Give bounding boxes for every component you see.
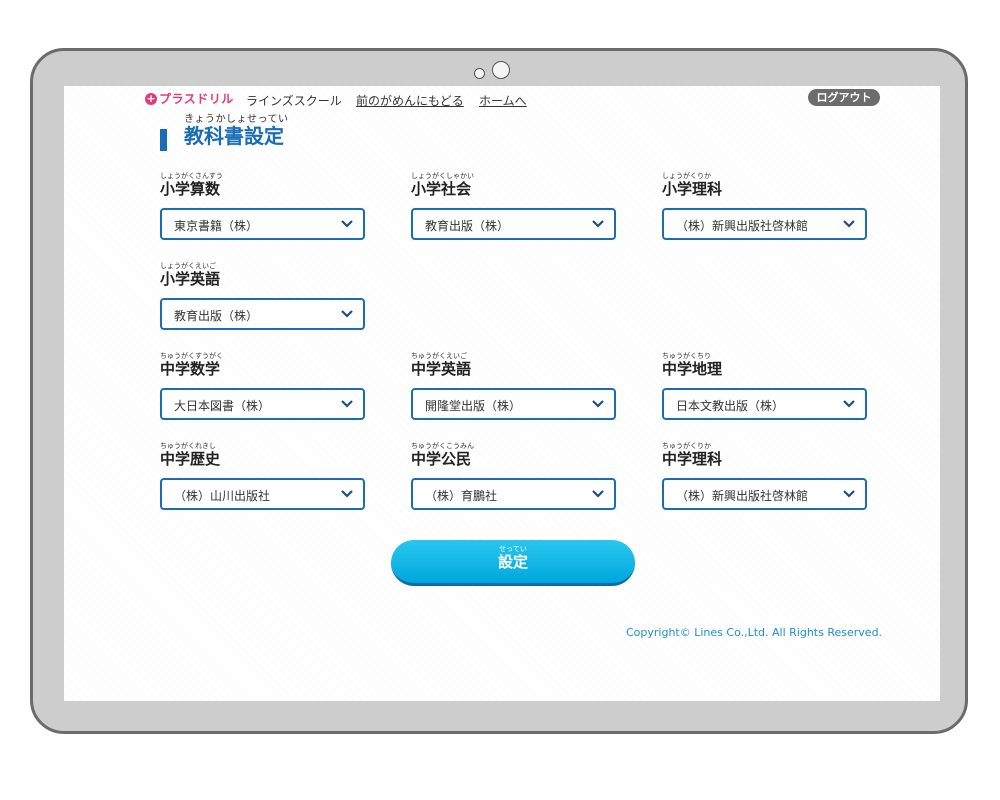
logo[interactable]: + プラスドリル [145, 90, 234, 107]
field-junior-history: ちゅうがくれきし 中学歴史 （株）山川出版社 [160, 442, 365, 510]
field-elementary-science: しょうがくりか 小学理科 （株）新興出版社啓林館 [662, 172, 867, 240]
chevron-down-icon [341, 490, 353, 498]
textbook-select[interactable]: （株）新興出版社啓林館 [662, 208, 867, 240]
title-accent-bar [160, 129, 167, 151]
nav-link-lines-school[interactable]: ラインズスクール [246, 92, 342, 109]
field-label: 中学理科 [662, 450, 723, 468]
nav-link-home[interactable]: ホームへ [479, 92, 527, 109]
select-value: 大日本図書（株） [174, 399, 271, 413]
chevron-down-icon [341, 310, 353, 318]
tablet-camera-icon [492, 61, 510, 79]
select-value: （株）育鵬社 [425, 489, 498, 503]
field-label: 中学歴史 [160, 450, 221, 468]
field-label: 小学理科 [662, 180, 723, 198]
field-elementary-english: しょうがくえいご 小学英語 教育出版（株） [160, 262, 365, 330]
logout-button[interactable]: ログアウト [808, 89, 880, 106]
textbook-select[interactable]: （株）育鵬社 [411, 478, 616, 510]
textbook-select[interactable]: 日本文教出版（株） [662, 388, 867, 420]
select-value: 東京書籍（株） [174, 219, 259, 233]
select-value: 開隆堂出版（株） [425, 399, 522, 413]
textbook-select[interactable]: 教育出版（株） [160, 298, 365, 330]
field-elementary-math: しょうがくさんすう 小学算数 東京書籍（株） [160, 172, 365, 240]
plus-icon: + [145, 91, 157, 105]
textbook-select[interactable]: （株）新興出版社啓林館 [662, 478, 867, 510]
field-junior-math: ちゅうがくすうがく 中学数学 大日本図書（株） [160, 352, 365, 420]
chevron-down-icon [843, 490, 855, 498]
app-screen: + プラスドリル ラインズスクール 前のがめんにもどる ホームへ ログアウト き… [64, 86, 940, 701]
field-label: 小学社会 [411, 180, 472, 198]
chevron-down-icon [341, 400, 353, 408]
field-junior-english: ちゅうがくえいご 中学英語 開隆堂出版（株） [411, 352, 616, 420]
submit-label: 設定 [497, 553, 528, 571]
field-label: 小学英語 [160, 270, 221, 288]
chevron-down-icon [592, 400, 604, 408]
nav-link-back[interactable]: 前のがめんにもどる [356, 92, 464, 109]
field-junior-geography: ちゅうがくちり 中学地理 日本文教出版（株） [662, 352, 867, 420]
textbook-select[interactable]: 東京書籍（株） [160, 208, 365, 240]
select-value: 教育出版（株） [425, 219, 510, 233]
field-junior-science: ちゅうがくりか 中学理科 （株）新興出版社啓林館 [662, 442, 867, 510]
chevron-down-icon [341, 220, 353, 228]
copyright-text: Copyright© Lines Co.,Ltd. All Rights Res… [626, 626, 883, 639]
field-elementary-social: しょうがくしゃかい 小学社会 教育出版（株） [411, 172, 616, 240]
field-label: 中学英語 [411, 360, 472, 378]
select-value: （株）新興出版社啓林館 [676, 219, 809, 233]
select-value: 日本文教出版（株） [676, 399, 785, 413]
textbook-select[interactable]: 開隆堂出版（株） [411, 388, 616, 420]
select-value: （株）山川出版社 [174, 489, 271, 503]
textbook-select[interactable]: 教育出版（株） [411, 208, 616, 240]
textbook-select[interactable]: （株）山川出版社 [160, 478, 365, 510]
textbook-select[interactable]: 大日本図書（株） [160, 388, 365, 420]
select-value: 教育出版（株） [174, 309, 259, 323]
page-title: 教科書設定 [184, 124, 284, 148]
save-settings-button[interactable]: せってい 設定 [391, 540, 635, 586]
field-label: 中学地理 [662, 360, 723, 378]
chevron-down-icon [592, 490, 604, 498]
submit-ruby: せってい [499, 545, 527, 553]
field-label: 中学公民 [411, 450, 472, 468]
field-junior-civics: ちゅうがくこうみん 中学公民 （株）育鵬社 [411, 442, 616, 510]
chevron-down-icon [592, 220, 604, 228]
field-label: 中学数学 [160, 360, 221, 378]
chevron-down-icon [843, 220, 855, 228]
field-label: 小学算数 [160, 180, 221, 198]
select-value: （株）新興出版社啓林館 [676, 489, 809, 503]
tablet-sensor-icon [474, 68, 485, 79]
chevron-down-icon [843, 400, 855, 408]
logo-text: プラスドリル [159, 92, 234, 106]
